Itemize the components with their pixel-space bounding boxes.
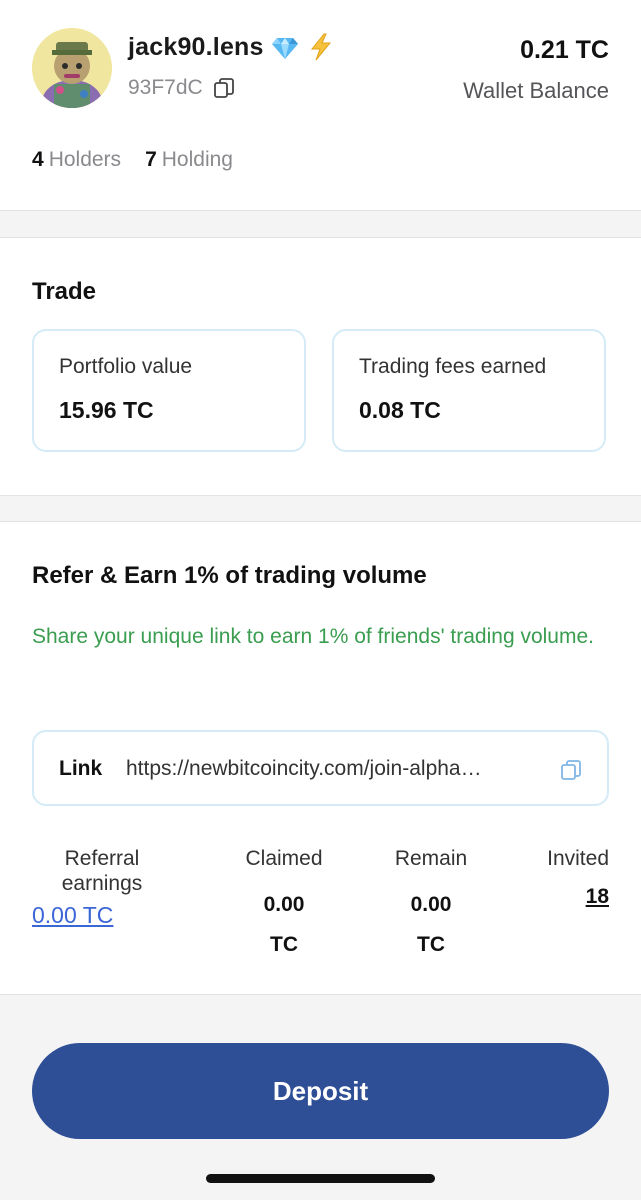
- wallet-address: 93F7dC: [128, 76, 203, 99]
- portfolio-value-label: Portfolio value: [59, 355, 193, 378]
- trade-section: Trade Portfolio value 15.96 TC Trading f…: [0, 237, 641, 496]
- wallet-balance-label: Wallet Balance: [463, 78, 609, 103]
- referral-earnings-value[interactable]: 0.00 TC: [32, 902, 113, 929]
- invited-label: Invited: [547, 847, 609, 870]
- referral-earnings-label: Referral earnings: [61, 847, 143, 895]
- holders-row: 4 Holders 7 Holding: [32, 146, 257, 174]
- holding-label[interactable]: Holding: [162, 148, 233, 172]
- referral-link-url[interactable]: https://newbitcoincity.com/join-alpha…: [126, 757, 554, 781]
- referral-title: Refer & Earn 1% of trading volume: [32, 562, 427, 589]
- holding-count: 7: [145, 148, 157, 171]
- remain-value: 0.00 TC: [410, 893, 452, 956]
- trade-title: Trade: [32, 278, 97, 305]
- username-row: jack90.lens: [128, 30, 336, 64]
- avatar[interactable]: [32, 28, 112, 108]
- username: jack90.lens: [128, 32, 264, 61]
- link-label: Link: [59, 757, 103, 780]
- wallet-balance-value: 0.21 TC: [520, 36, 609, 64]
- lightning-icon: [306, 32, 336, 62]
- claimed-value: 0.00 TC: [263, 893, 305, 956]
- home-indicator: [206, 1174, 435, 1183]
- portfolio-value-card: Portfolio value 15.96 TC: [32, 329, 306, 452]
- referral-link-box[interactable]: Link https://newbitcoincity.com/join-alp…: [32, 730, 609, 806]
- address-row: 93F7dC: [128, 74, 235, 102]
- invited-value[interactable]: 18: [586, 885, 609, 909]
- trading-fees-card: Trading fees earned 0.08 TC: [332, 329, 606, 452]
- referral-description: Share your unique link to earn 1% of fri…: [32, 625, 594, 648]
- remain-stat: Remain 0.00 TC: [378, 846, 484, 965]
- copy-icon[interactable]: [213, 77, 235, 99]
- avatar-image: [32, 28, 112, 108]
- remain-label: Remain: [394, 847, 468, 870]
- referral-earnings-stat: Referral earnings 0.00 TC: [32, 846, 172, 929]
- copy-link-icon[interactable]: [559, 758, 583, 782]
- holders-count: 4: [32, 148, 44, 171]
- trading-fees-label: Trading fees earned: [359, 355, 547, 378]
- claimed-stat: Claimed 0.00 TC: [228, 846, 340, 965]
- diamond-icon: [270, 32, 300, 62]
- profile-page: jack90.lens 93F7dC 0.21 TC Wallet Balanc…: [0, 0, 641, 1200]
- deposit-button[interactable]: Deposit: [32, 1043, 609, 1139]
- holders-label[interactable]: Holders: [49, 148, 121, 172]
- claimed-label: Claimed: [245, 847, 323, 870]
- referral-section: Refer & Earn 1% of trading volume Share …: [0, 521, 641, 995]
- invited-stat: Invited 18: [519, 846, 609, 909]
- trading-fees-value: 0.08 TC: [359, 397, 441, 423]
- portfolio-value: 15.96 TC: [59, 397, 154, 423]
- profile-card: jack90.lens 93F7dC 0.21 TC Wallet Balanc…: [0, 0, 641, 211]
